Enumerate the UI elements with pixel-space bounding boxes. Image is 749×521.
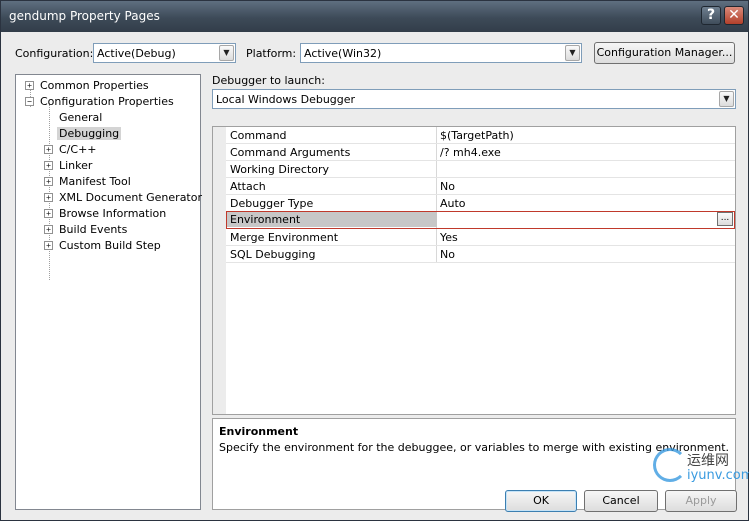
platform-label: Platform:	[246, 47, 297, 60]
expand-icon[interactable]: +	[44, 192, 53, 202]
expand-icon[interactable]: +	[44, 144, 53, 154]
debugger-combo[interactable]: Local Windows Debugger ▼	[212, 89, 736, 109]
logo-ring-icon	[653, 448, 687, 482]
grid-row-working-directory[interactable]: Working Directory	[226, 161, 735, 178]
chevron-down-icon[interactable]: ▼	[719, 91, 734, 107]
title-bar: gendump Property Pages ? ✕	[1, 1, 748, 32]
platform-combo[interactable]: Active(Win32) ▼	[300, 43, 582, 63]
tree-item-build-events[interactable]: + Build Events	[44, 222, 129, 238]
tree-item-linker[interactable]: + Linker	[44, 158, 94, 174]
grid-row-sql-debugging[interactable]: SQL Debugging No	[226, 246, 735, 263]
tree-item-general[interactable]: General	[57, 110, 104, 126]
tree-item-common-properties[interactable]: + Common Properties	[25, 78, 151, 94]
ellipsis-button[interactable]: ...	[717, 212, 733, 226]
expand-icon[interactable]: +	[44, 224, 53, 234]
cancel-button[interactable]: Cancel	[584, 490, 658, 512]
watermark-logo: 运维网 iyunv.com	[653, 446, 749, 488]
tree-item-xml-document-generator[interactable]: + XML Document Generator	[44, 190, 204, 206]
ok-button[interactable]: OK	[505, 490, 577, 512]
close-button[interactable]: ✕	[724, 6, 744, 25]
tree-item-cpp[interactable]: + C/C++	[44, 142, 99, 158]
debugger-label: Debugger to launch:	[212, 74, 325, 87]
tree-item-browse-information[interactable]: + Browse Information	[44, 206, 168, 222]
platform-value: Active(Win32)	[304, 47, 382, 60]
debugger-value: Local Windows Debugger	[216, 93, 356, 106]
expand-icon[interactable]: +	[44, 160, 53, 170]
configuration-combo[interactable]: Active(Debug) ▼	[93, 43, 236, 63]
expand-icon[interactable]: +	[44, 208, 53, 218]
grid-row-debugger-type[interactable]: Debugger Type Auto	[226, 195, 735, 212]
property-pages-window: gendump Property Pages ? ✕ Configuration…	[0, 0, 749, 521]
chevron-down-icon[interactable]: ▼	[565, 45, 580, 61]
configuration-label: Configuration:	[15, 47, 94, 60]
window-title: gendump Property Pages	[9, 9, 160, 23]
grid-row-merge-environment[interactable]: Merge Environment Yes	[226, 229, 735, 246]
tree-item-configuration-properties[interactable]: − Configuration Properties	[25, 94, 176, 110]
grid-gutter	[213, 127, 226, 414]
property-tree: + Common Properties − Configuration Proper…	[15, 74, 204, 510]
apply-button[interactable]: Apply	[665, 490, 737, 512]
grid-row-command[interactable]: Command $(TargetPath)	[226, 127, 735, 144]
grid-row-environment[interactable]: Environment ...	[226, 211, 735, 229]
expand-icon[interactable]: +	[25, 80, 34, 90]
help-button[interactable]: ?	[701, 6, 721, 25]
configuration-manager-button[interactable]: Configuration Manager...	[594, 42, 735, 64]
expand-icon[interactable]: +	[44, 176, 53, 186]
property-grid: Command $(TargetPath) Command Arguments …	[212, 126, 736, 415]
description-title: Environment	[219, 425, 299, 438]
tree-item-debugging[interactable]: Debugging	[57, 126, 122, 142]
dialog-body: Configuration: Active(Debug) ▼ Platform:…	[1, 32, 749, 520]
expand-icon[interactable]: +	[44, 240, 53, 250]
tree-item-custom-build-step[interactable]: + Custom Build Step	[44, 238, 163, 254]
configuration-value: Active(Debug)	[97, 47, 176, 60]
tree-item-manifest-tool[interactable]: + Manifest Tool	[44, 174, 133, 190]
collapse-icon[interactable]: −	[25, 96, 34, 106]
chevron-down-icon[interactable]: ▼	[219, 45, 234, 61]
grid-row-attach[interactable]: Attach No	[226, 178, 735, 195]
grid-row-command-arguments[interactable]: Command Arguments /? mh4.exe	[226, 144, 735, 161]
